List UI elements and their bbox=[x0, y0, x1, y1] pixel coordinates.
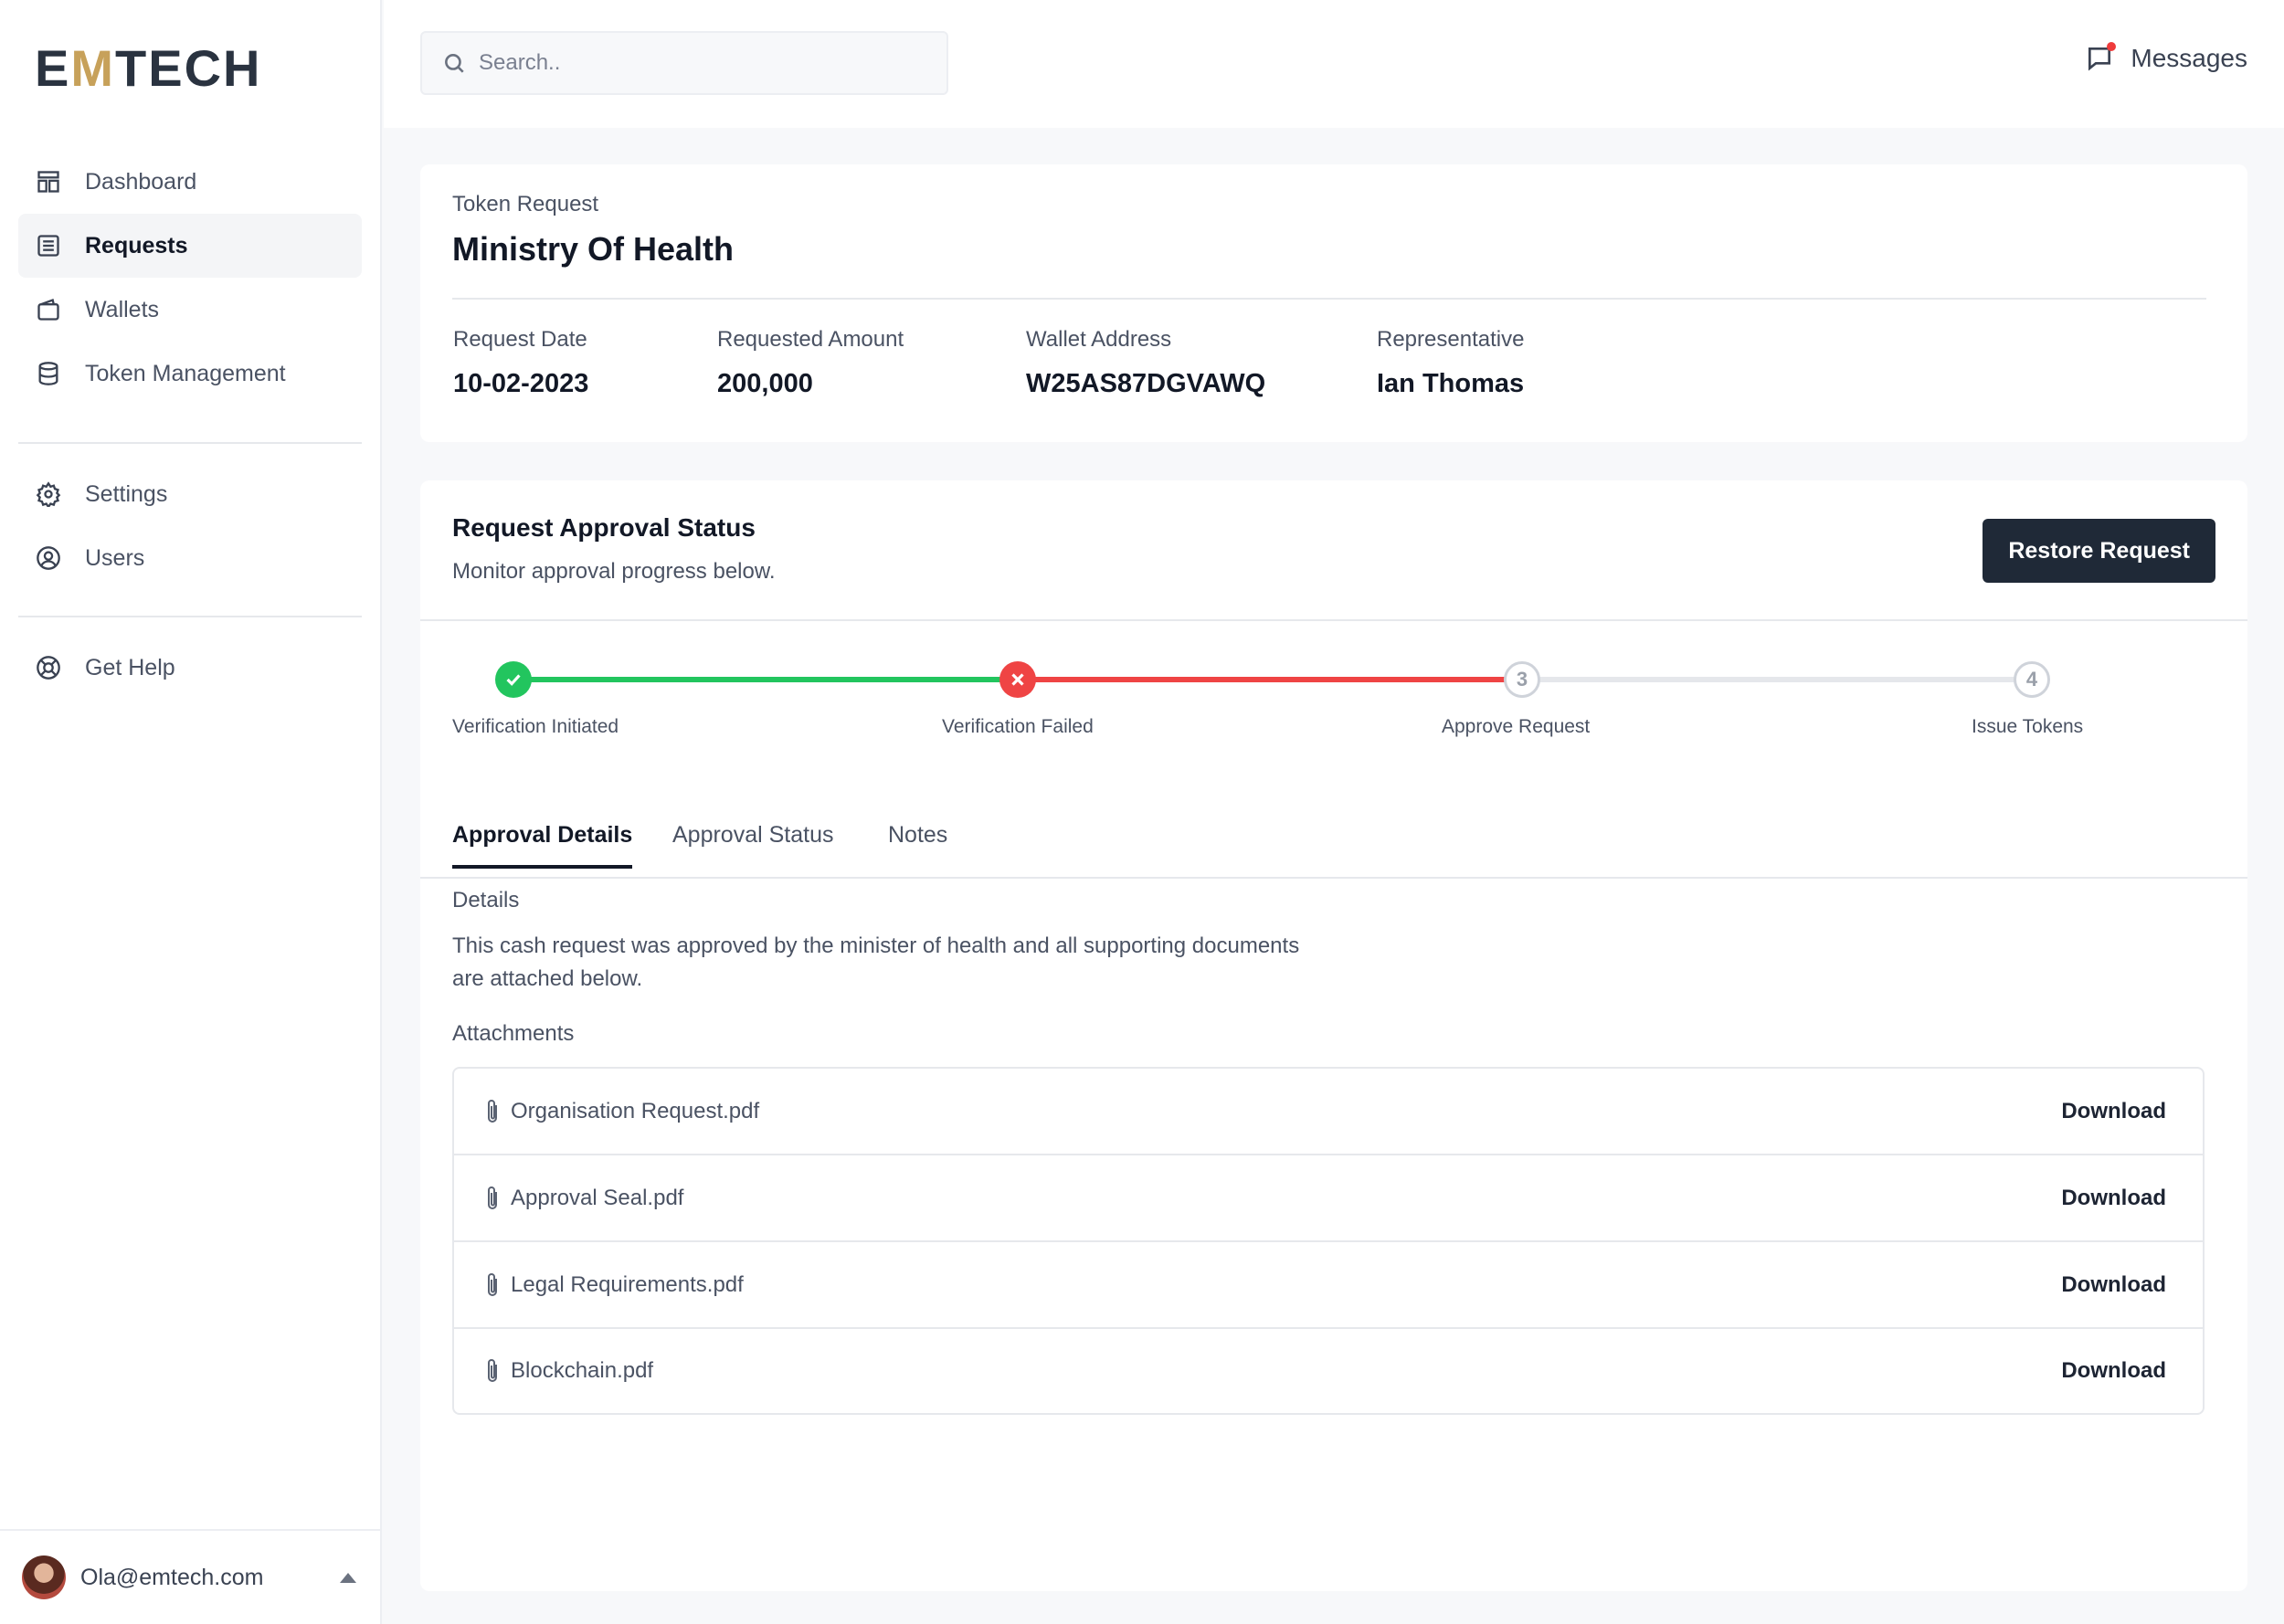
step-1-marker bbox=[495, 661, 532, 698]
approval-stepper: 3 4 Verification Initiated Verification … bbox=[420, 654, 2247, 754]
field-label: Requested Amount bbox=[717, 327, 904, 352]
list-item: Legal Requirements.pdf Download bbox=[454, 1242, 2203, 1329]
sidebar-item-wallets[interactable]: Wallets bbox=[18, 278, 362, 342]
notification-dot bbox=[2107, 42, 2117, 51]
paperclip-icon bbox=[481, 1357, 503, 1385]
section-subtitle: Monitor approval progress below. bbox=[452, 559, 776, 584]
list-item: Approval Seal.pdf Download bbox=[454, 1155, 2203, 1242]
sidebar-item-requests[interactable]: Requests bbox=[18, 214, 362, 278]
step-label: Verification Failed bbox=[942, 716, 1094, 737]
download-button[interactable]: Download bbox=[2061, 1358, 2166, 1384]
field-label: Representative bbox=[1377, 327, 1525, 352]
section-title: Request Approval Status bbox=[452, 513, 756, 542]
download-button[interactable]: Download bbox=[2061, 1186, 2166, 1211]
avatar bbox=[22, 1555, 66, 1599]
sidebar-item-users[interactable]: Users bbox=[18, 526, 362, 590]
sidebar-nav-help: Get Help bbox=[18, 636, 362, 700]
step-4-marker: 4 bbox=[2014, 661, 2050, 698]
divider bbox=[452, 298, 2206, 300]
step-label: Verification Initiated bbox=[452, 716, 619, 737]
user-email: Ola@emtech.com bbox=[80, 1564, 264, 1590]
sidebar-item-label: Settings bbox=[85, 480, 168, 507]
sidebar-divider bbox=[18, 442, 362, 444]
attachment-filename: Blockchain.pdf bbox=[511, 1358, 654, 1383]
sidebar-nav-secondary: Settings Users bbox=[18, 462, 362, 590]
database-icon bbox=[35, 360, 62, 387]
list-item: Blockchain.pdf Download bbox=[454, 1329, 2203, 1413]
topbar: Messages bbox=[384, 0, 2284, 128]
attachments-list: Organisation Request.pdf Download Approv… bbox=[452, 1067, 2205, 1415]
details-heading: Details bbox=[452, 888, 520, 912]
tab-bar: Approval Details Approval Status Notes bbox=[420, 809, 2247, 879]
sidebar-item-label: Dashboard bbox=[85, 168, 197, 195]
search-icon bbox=[445, 54, 464, 73]
step-connector-done bbox=[513, 677, 1018, 682]
messages-label: Messages bbox=[2131, 44, 2247, 72]
sidebar-item-label: Token Management bbox=[85, 360, 286, 386]
paperclip-icon bbox=[481, 1098, 503, 1125]
representative: Representative Ian Thomas bbox=[1377, 327, 1524, 399]
attachment-filename: Approval Seal.pdf bbox=[511, 1185, 684, 1210]
divider bbox=[420, 619, 2247, 621]
request-kicker: Token Request bbox=[452, 192, 599, 216]
sidebar-item-token-management[interactable]: Token Management bbox=[18, 342, 362, 406]
sidebar-item-settings[interactable]: Settings bbox=[18, 462, 362, 526]
tab-notes[interactable]: Notes bbox=[888, 822, 947, 869]
x-icon bbox=[1011, 673, 1024, 686]
field-value: Ian Thomas bbox=[1377, 369, 1525, 398]
tab-approval-status[interactable]: Approval Status bbox=[672, 822, 834, 869]
download-button[interactable]: Download bbox=[2061, 1272, 2166, 1298]
sidebar-item-label: Requests bbox=[85, 232, 188, 258]
sidebar-item-dashboard[interactable]: Dashboard bbox=[18, 150, 362, 214]
gear-icon bbox=[35, 480, 62, 508]
search-box[interactable] bbox=[420, 31, 948, 95]
caret-up-icon[interactable] bbox=[340, 1573, 356, 1583]
page-title: Ministry Of Health bbox=[452, 230, 735, 268]
user-menu[interactable]: Ola@emtech.com bbox=[0, 1529, 382, 1624]
field-label: Request Date bbox=[453, 327, 587, 352]
search-input[interactable] bbox=[479, 50, 917, 76]
sidebar-divider bbox=[18, 616, 362, 617]
step-label: Approve Request bbox=[1442, 716, 1591, 737]
attachment-filename: Organisation Request.pdf bbox=[511, 1098, 760, 1123]
attachments-heading: Attachments bbox=[452, 1021, 575, 1046]
sidebar-item-get-help[interactable]: Get Help bbox=[18, 636, 362, 700]
step-2-marker bbox=[999, 661, 1036, 698]
attachment-filename: Legal Requirements.pdf bbox=[511, 1271, 744, 1297]
step-label: Issue Tokens bbox=[1972, 716, 2084, 737]
step-connector-pending bbox=[1522, 677, 2032, 682]
sidebar-nav-main: Dashboard Requests Wallets Token Managem… bbox=[18, 150, 362, 406]
sidebar-item-label: Get Help bbox=[85, 654, 175, 680]
list-icon bbox=[35, 232, 62, 259]
wallet-address: Wallet Address W25AS87DGVAWQ bbox=[1026, 327, 1265, 399]
check-icon bbox=[506, 674, 521, 686]
field-label: Wallet Address bbox=[1026, 327, 1172, 352]
wallet-icon bbox=[35, 296, 62, 323]
step-3-marker: 3 bbox=[1504, 661, 1540, 698]
messages-button[interactable]: Messages bbox=[2085, 42, 2247, 73]
details-body: This cash request was approved by the mi… bbox=[452, 933, 1300, 991]
list-item: Organisation Request.pdf Download bbox=[454, 1069, 2203, 1155]
step-connector-failed bbox=[1018, 677, 1522, 682]
tab-approval-details[interactable]: Approval Details bbox=[452, 822, 633, 869]
download-button[interactable]: Download bbox=[2061, 1099, 2166, 1124]
sidebar-item-label: Wallets bbox=[85, 296, 160, 322]
request-summary-card: Token Request Ministry Of Health Request… bbox=[420, 164, 2247, 442]
chat-icon bbox=[2085, 42, 2117, 73]
field-value: W25AS87DGVAWQ bbox=[1026, 369, 1266, 398]
sidebar: EMTECH Dashboard Requests Wallets Token … bbox=[0, 0, 382, 1624]
lifebuoy-icon bbox=[35, 654, 62, 681]
dashboard-icon bbox=[35, 168, 62, 195]
sidebar-item-label: Users bbox=[85, 544, 145, 571]
emtech-logo[interactable]: EMTECH bbox=[35, 38, 261, 98]
field-value: 200,000 bbox=[717, 369, 813, 398]
paperclip-icon bbox=[481, 1271, 503, 1299]
requested-amount: Requested Amount 200,000 bbox=[717, 327, 904, 399]
field-value: 10-02-2023 bbox=[453, 369, 589, 398]
request-date: Request Date 10-02-2023 bbox=[453, 327, 588, 399]
restore-request-button[interactable]: Restore Request bbox=[1983, 519, 2215, 583]
approval-card: Request Approval Status Monitor approval… bbox=[420, 480, 2247, 1591]
user-circle-icon bbox=[35, 544, 62, 572]
paperclip-icon bbox=[481, 1185, 503, 1212]
